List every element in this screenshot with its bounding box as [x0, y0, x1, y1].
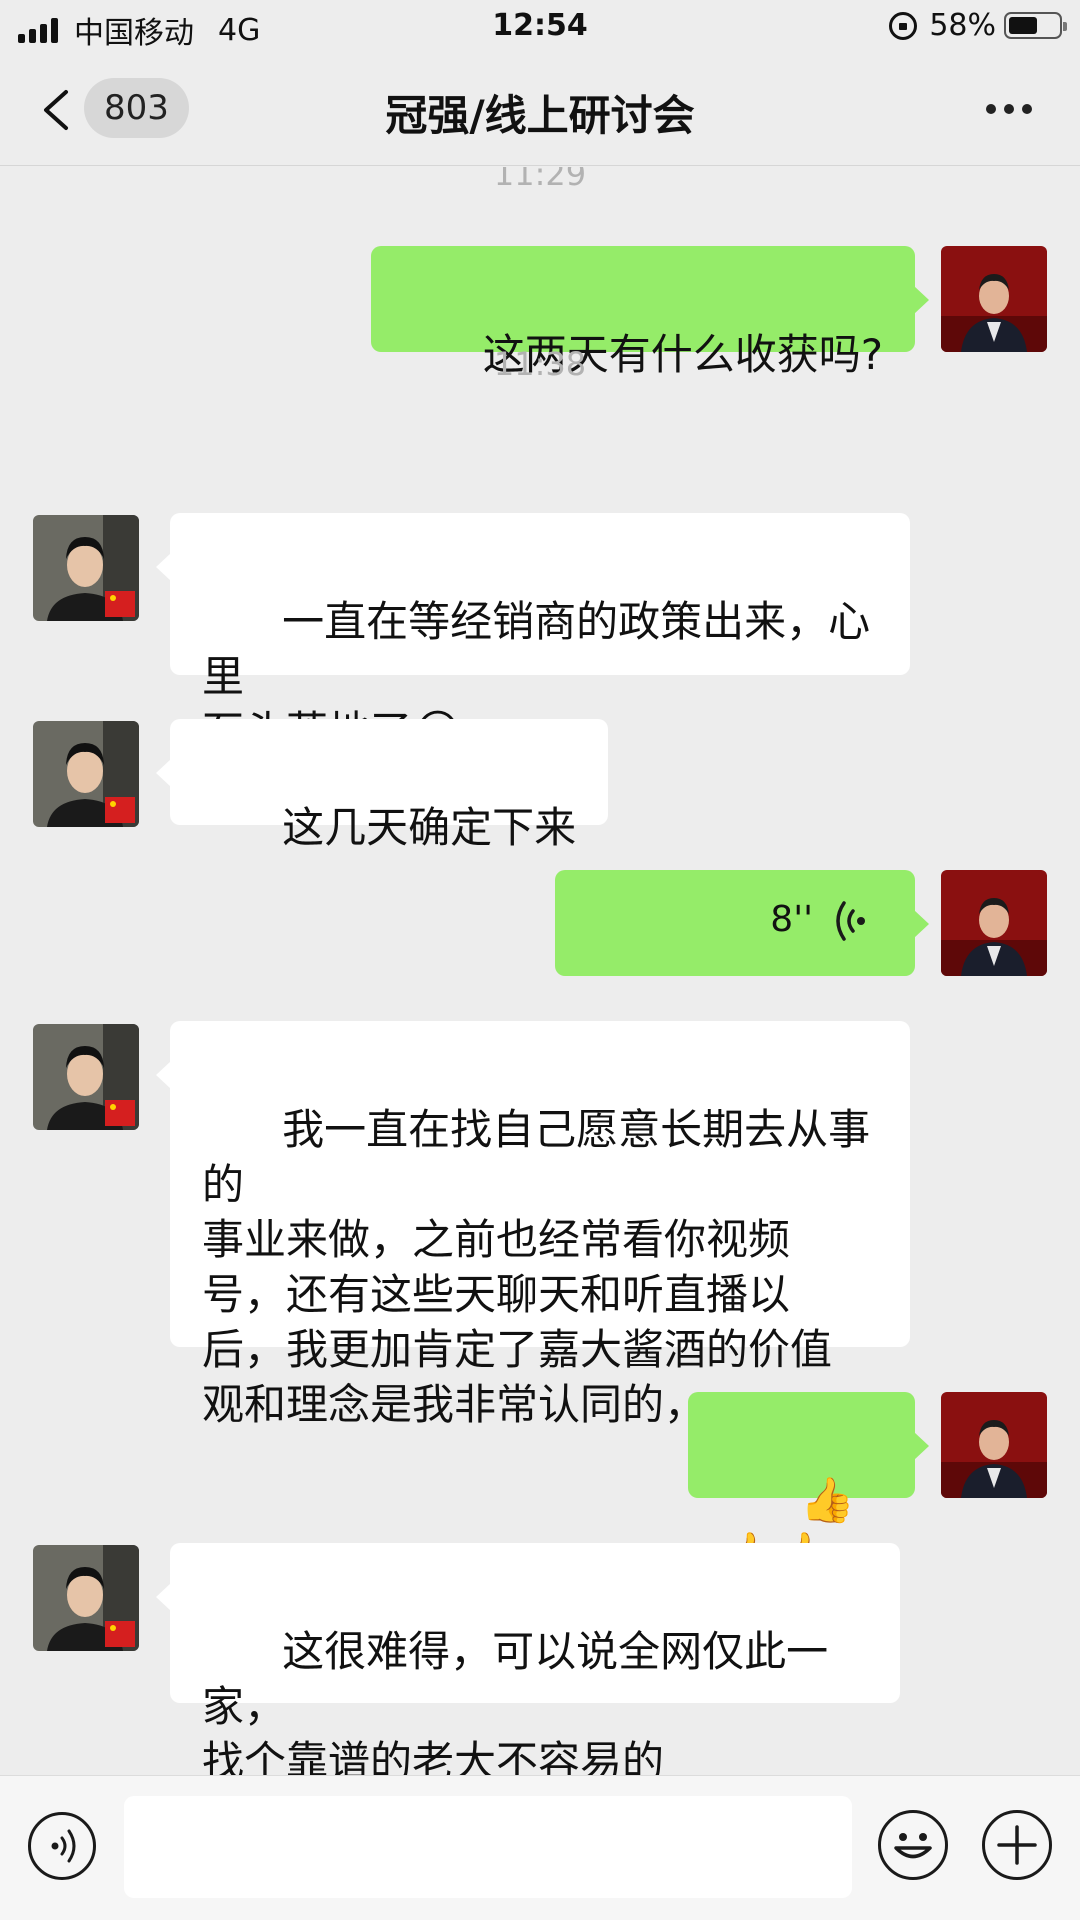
input-bar [0, 1775, 1080, 1920]
message-text: 这几天确定下来 [282, 803, 577, 852]
outgoing-emoji-bubble[interactable]: 👍👍👍 [688, 1392, 929, 1581]
message-text: 这很难得，可以说全网仅此一家， 找个靠谱的老大不容易的 [202, 1627, 829, 1775]
incoming-message-bubble[interactable]: 这几天确定下来 [155, 719, 609, 852]
contact-avatar[interactable] [33, 1024, 139, 1130]
outgoing-message-bubble[interactable]: 这两天有什么收获吗? [370, 246, 930, 379]
message-input[interactable] [124, 1796, 852, 1898]
orientation-lock-icon [889, 11, 918, 40]
smiley-icon[interactable] [878, 1810, 948, 1880]
voice-wave-icon [836, 901, 865, 941]
plus-icon[interactable] [982, 1810, 1052, 1880]
battery-percent: 58% [929, 8, 996, 43]
contact-avatar[interactable] [33, 721, 139, 827]
chat-title: 冠强/线上研讨会 [385, 91, 695, 140]
timestamp: 11:29 [493, 167, 587, 193]
voice-message-bubble[interactable]: 8'' [555, 870, 929, 976]
status-bar: 中国移动 4G 12:54 58% [0, 0, 1080, 54]
chat-screen: 中国移动 4G 12:54 58% 803 冠强/线上研讨会 11:29 这两天… [0, 0, 1080, 1920]
my-avatar[interactable] [941, 246, 1047, 352]
incoming-message-bubble[interactable]: 一直在等经销商的政策出来，心里 石头落地了😂 [156, 513, 910, 757]
contact-avatar[interactable] [33, 515, 139, 621]
status-right: 58% [889, 8, 1067, 43]
contact-avatar[interactable] [33, 1545, 139, 1651]
incoming-message-bubble[interactable]: 这很难得，可以说全网仅此一家， 找个靠谱的老大不容易的 [156, 1543, 900, 1775]
more-dots-icon[interactable] [978, 104, 1032, 114]
my-avatar[interactable] [941, 1392, 1047, 1498]
battery-fill [1009, 17, 1037, 34]
message-list[interactable]: 11:29 这两天有什么收获吗? 11:38 一直在等经销商的政策出来，心里 石… [0, 167, 1080, 1775]
voice-duration: 8'' [770, 899, 813, 940]
voice-mode-icon[interactable] [28, 1812, 96, 1880]
battery-icon [1004, 12, 1067, 39]
incoming-message-bubble[interactable]: 我一直在找自己愿意长期去从事的 事业来做，之前也经常看你视频 号，还有这些天聊天… [156, 1021, 910, 1429]
timestamp: 11:38 [493, 345, 587, 383]
nav-bar: 803 冠强/线上研讨会 [0, 54, 1080, 166]
message-text: 我一直在找自己愿意长期去从事的 事业来做，之前也经常看你视频 号，还有这些天聊天… [202, 1105, 871, 1429]
my-avatar[interactable] [941, 870, 1047, 976]
